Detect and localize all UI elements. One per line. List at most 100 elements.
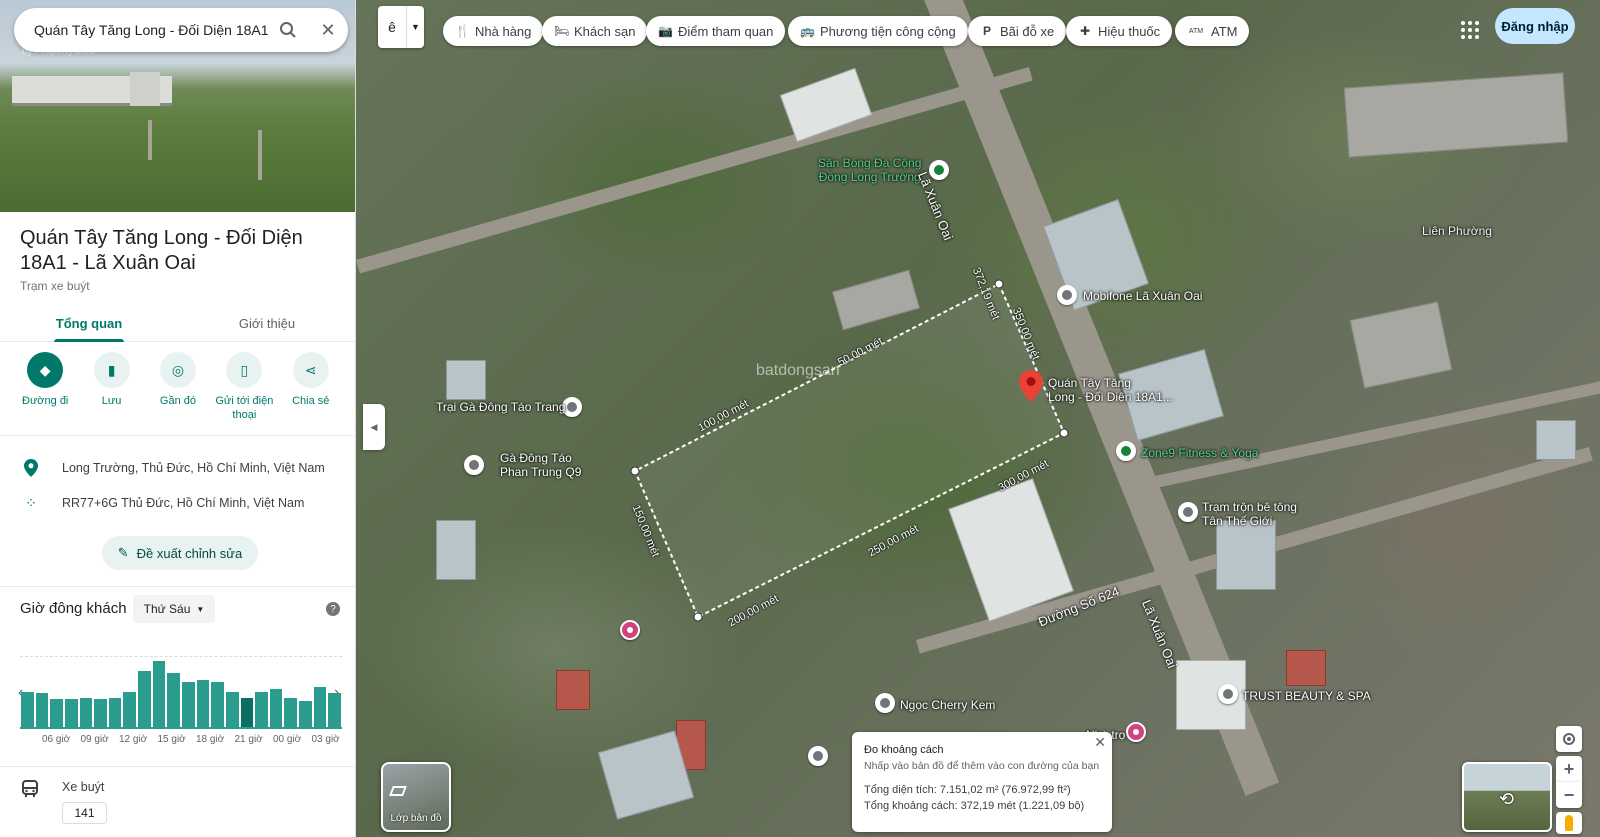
zoom-out-button[interactable]: − — [1556, 782, 1582, 808]
chip-label: Điểm tham quan — [678, 23, 774, 39]
chip-hotels[interactable]: 🛏 Khách sạn — [542, 16, 648, 46]
chip-label: Phương tiện công cộng — [820, 23, 956, 39]
popular-times-bar[interactable] — [269, 689, 283, 728]
popular-times-bar[interactable] — [152, 661, 166, 728]
street-view-thumbnail[interactable]: ⟲ — [1462, 762, 1552, 832]
sign-in-button[interactable]: Đăng nhập — [1495, 8, 1575, 44]
layer-select-glyph: ê — [388, 19, 396, 35]
poi-ngoc-cherry[interactable] — [875, 693, 895, 713]
label-mobifone[interactable]: Mobifone Lã Xuân Oai — [1083, 289, 1202, 303]
popular-times-bar[interactable] — [284, 698, 298, 728]
address-row[interactable]: Long Trường, Thủ Đức, Hồ Chí Minh, Việt … — [0, 452, 355, 484]
directions-button[interactable]: ◆ Đường đi — [13, 352, 77, 432]
close-icon[interactable]: ✕ — [1094, 734, 1106, 750]
layer-select[interactable]: ê ▼ — [378, 6, 424, 48]
bus-route-badge[interactable]: 141 — [62, 802, 107, 824]
popular-times-bar[interactable] — [21, 692, 34, 728]
directions-icon: ◆ — [27, 352, 64, 388]
close-icon[interactable]: ✕ — [308, 10, 348, 50]
layers-button[interactable]: Lớp bản đồ — [381, 762, 451, 832]
satellite-map[interactable]: 372,19 mét 350,00 mét 50,00 mét 100,00 m… — [356, 0, 1600, 837]
day-dropdown-value: Thứ Sáu — [143, 602, 191, 616]
label-selected-place[interactable]: Quán Tây Tăng Long - Đối Diện 18A1... — [1048, 376, 1173, 404]
save-button[interactable]: ▮ Lưu — [80, 352, 144, 432]
tab-overview[interactable]: Tổng quan — [0, 306, 178, 342]
label-tram-tron[interactable]: Trạm trộn bê tông Tân Thế Giới — [1202, 500, 1297, 528]
poi-unnamed[interactable] — [808, 746, 828, 766]
popular-times-bar[interactable] — [108, 698, 122, 728]
popular-times-bar[interactable] — [255, 692, 268, 728]
hour-label: 03 giờ — [311, 734, 340, 745]
day-dropdown[interactable]: Thứ Sáu ▼ — [133, 595, 215, 623]
photo-post — [258, 130, 262, 180]
label-ngoc-cherry[interactable]: Ngọc Cherry Kem — [900, 698, 995, 712]
chip-parking[interactable]: P Bãi đỗ xe — [968, 16, 1067, 46]
popular-times-bar[interactable] — [328, 693, 341, 728]
popular-times-bar[interactable] — [50, 699, 63, 728]
address-text: Long Trường, Thủ Đức, Hồ Chí Minh, Việt … — [62, 461, 325, 475]
poi-zone9[interactable] — [1116, 441, 1136, 461]
chip-transit[interactable]: 🚌 Phương tiện công cộng — [788, 16, 968, 46]
popular-times-bar[interactable] — [94, 699, 107, 728]
poi-nha-tro[interactable] — [1126, 722, 1146, 742]
label-zone9[interactable]: Zone9 Fitness & Yoga — [1141, 446, 1258, 460]
chip-atm[interactable]: ATM ATM — [1175, 16, 1250, 46]
popular-times-bar[interactable] — [182, 682, 195, 728]
poi-ga-dong-tao[interactable] — [464, 455, 484, 475]
nearby-button[interactable]: ◎ Gần đó — [146, 352, 210, 432]
popular-times-bar[interactable] — [123, 692, 137, 728]
poi-pink-1[interactable] — [620, 620, 640, 640]
chip-pharmacy[interactable]: ✚ Hiệu thuốc — [1066, 16, 1173, 46]
bus-icon — [22, 780, 38, 803]
share-button[interactable]: ⋖ Chia sẻ — [279, 352, 343, 432]
help-icon[interactable]: ? — [326, 602, 340, 616]
caret-down-icon: ▼ — [196, 604, 205, 614]
measure-hint: Nhấp vào bản đồ để thêm vào con đường củ… — [864, 760, 1100, 772]
plus-code-icon: ⁘ — [25, 494, 37, 511]
poi-trust-beauty[interactable] — [1218, 684, 1238, 704]
chip-label: Khách sạn — [574, 23, 636, 39]
popular-times-bar[interactable] — [313, 687, 327, 728]
search-icon[interactable] — [268, 10, 308, 50]
popular-times-bar[interactable] — [138, 671, 151, 728]
label-ga-dong-tao[interactable]: Gà Đông Táo Phan Trung Q9 — [500, 451, 581, 479]
place-category[interactable]: Trạm xe buýt — [20, 279, 90, 293]
chip-attractions[interactable]: 📷 Điểm tham quan — [646, 16, 786, 46]
chip-label: ATM — [1211, 23, 1238, 39]
action-label: Lưu — [101, 395, 122, 407]
chip-label: Hiệu thuốc — [1098, 23, 1161, 39]
selected-place-pin[interactable] — [1019, 370, 1043, 402]
popular-times-bar[interactable] — [79, 698, 93, 728]
popular-times-bar[interactable] — [225, 692, 239, 728]
popular-times-chart — [20, 656, 342, 728]
poi-mobifone[interactable] — [1057, 285, 1077, 305]
tab-about[interactable]: Giới thiệu — [178, 306, 355, 341]
label-trai-ga[interactable]: Trại Gà Đông Táo Trang — [436, 400, 565, 414]
place-title: Quán Tây Tăng Long - Đối Diện 18A1 - Lã … — [20, 227, 303, 274]
chip-label: Nhà hàng — [475, 23, 532, 39]
popular-times-bar[interactable] — [196, 680, 210, 728]
popular-times-bar[interactable] — [64, 699, 78, 728]
search-input[interactable]: Quán Tây Tăng Long - Đối Diện 18A1 — [34, 22, 268, 38]
measure-total: Tổng khoảng cách: 372,19 mét (1.221,09 b… — [864, 800, 1085, 812]
poi-tram-tron[interactable] — [1178, 502, 1198, 522]
popular-times-bar[interactable] — [211, 682, 224, 728]
zoom-in-button[interactable]: + — [1556, 756, 1582, 782]
my-location-button[interactable] — [1556, 726, 1582, 752]
collapse-panel-button[interactable]: ◀ — [363, 404, 385, 450]
send-to-phone-button[interactable]: ▯ Gửi tới điện thoại — [212, 352, 276, 432]
chip-restaurants[interactable]: 🍴 Nhà hàng — [443, 16, 544, 46]
label-san-bong[interactable]: Sân Bóng Đá Cộng Đồng Long Trường — [818, 156, 921, 184]
suggest-edit-button[interactable]: ✎ Đề xuất chỉnh sửa — [102, 536, 258, 570]
plus-icon: + — [1563, 758, 1575, 779]
popular-times-bar[interactable] — [240, 698, 254, 728]
chevron-down-icon[interactable]: ▼ — [406, 6, 424, 48]
popular-times-bar[interactable] — [299, 701, 312, 728]
popular-times-bar[interactable] — [35, 693, 49, 728]
popular-times-bar[interactable] — [167, 673, 180, 728]
apps-grid-icon[interactable] — [1454, 14, 1486, 46]
pegman-button[interactable] — [1556, 812, 1582, 834]
search-box[interactable]: Quán Tây Tăng Long - Đối Diện 18A1 ✕ — [14, 8, 348, 52]
plus-code-row[interactable]: ⁘ RR77+6G Thủ Đức, Hồ Chí Minh, Việt Nam — [0, 487, 355, 519]
label-trust-beauty[interactable]: TRUST BEAUTY & SPA — [1242, 689, 1371, 703]
